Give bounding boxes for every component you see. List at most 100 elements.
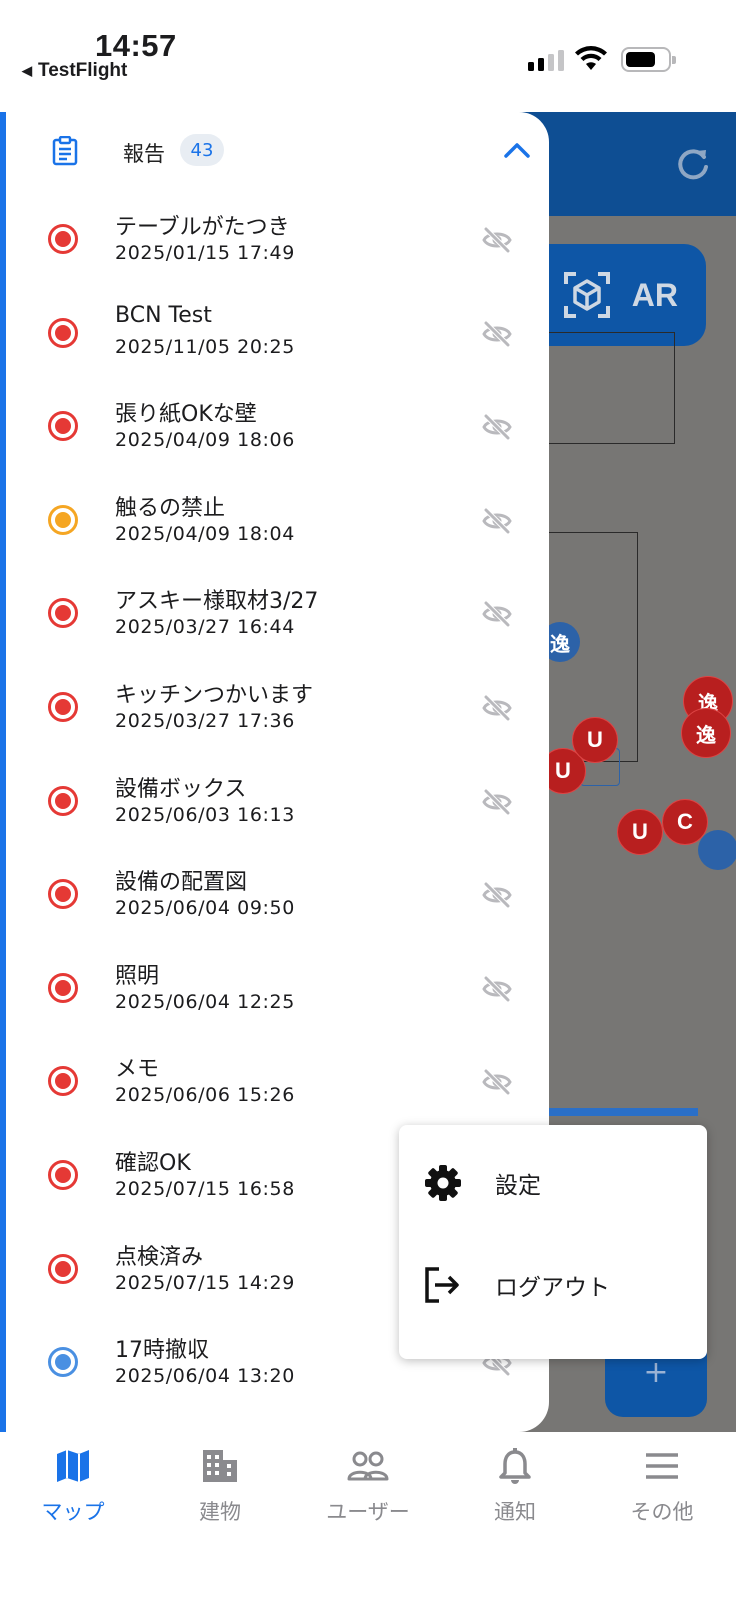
report-item-title: キッチンつかいます — [115, 682, 314, 708]
visibility-off-icon[interactable] — [482, 695, 512, 721]
report-item-date: 2025/03/27 16:44 — [115, 616, 295, 639]
report-list-item[interactable]: 照明 2025/06/04 12:25 — [6, 954, 549, 1048]
visibility-off-icon[interactable] — [482, 227, 512, 253]
nav-label-users: ユーザー — [326, 1500, 410, 1524]
menu-label-settings: 設定 — [495, 1173, 541, 1199]
nav-tab-users[interactable]: ユーザー — [303, 1446, 433, 1526]
bottom-navigation: マップ 建物 ユーザー 通知 その他 — [0, 1432, 736, 1600]
visibility-off-icon[interactable] — [482, 414, 512, 440]
report-item-date: 2025/03/27 17:36 — [115, 709, 295, 732]
report-item-title: 確認OK — [115, 1150, 191, 1176]
nav-label-map: マップ — [41, 1500, 105, 1524]
report-item-date: 2025/04/09 18:04 — [115, 522, 295, 545]
report-item-title: BCN Test — [115, 302, 212, 328]
report-item-title: 照明 — [115, 963, 160, 989]
report-list-item[interactable]: 張り紙OKな壁 2025/04/09 18:06 — [6, 392, 549, 486]
map-pin[interactable]: 逸 — [681, 708, 731, 758]
status-indicator-icon — [48, 691, 78, 722]
users-icon — [347, 1451, 389, 1481]
report-item-date: 2025/07/15 16:58 — [115, 1177, 295, 1200]
report-item-date: 2025/06/04 13:20 — [115, 1365, 295, 1388]
nav-label-buildings: 建物 — [199, 1500, 241, 1524]
menu-item-settings[interactable]: 設定 — [399, 1133, 707, 1233]
status-indicator-icon — [48, 317, 78, 348]
status-indicator-icon — [48, 598, 78, 629]
status-indicator-icon — [48, 1253, 78, 1284]
chevron-up-icon[interactable] — [503, 140, 531, 160]
map-pin[interactable]: U — [572, 717, 618, 763]
back-triangle-icon: ◀ — [22, 63, 32, 78]
nav-tab-buildings[interactable]: 建物 — [155, 1446, 285, 1526]
map-pin[interactable] — [698, 830, 736, 870]
visibility-off-icon[interactable] — [482, 320, 512, 347]
menu-item-logout[interactable]: ログアウト — [399, 1235, 707, 1335]
nav-tab-map[interactable]: マップ — [8, 1446, 138, 1526]
report-count-badge: 43 — [180, 134, 224, 166]
nav-tab-notifications[interactable]: 通知 — [450, 1446, 580, 1526]
ar-label: AR — [631, 276, 678, 313]
status-indicator-icon — [48, 1066, 78, 1097]
clipboard-icon — [52, 136, 78, 166]
report-item-date: 2025/04/09 18:06 — [115, 429, 295, 452]
report-item-date: 2025/06/03 16:13 — [115, 803, 295, 826]
report-item-title: メモ — [115, 1057, 160, 1083]
refresh-icon[interactable] — [673, 145, 713, 185]
map-icon — [57, 1450, 89, 1482]
report-list-item[interactable]: テーブルがたつき 2025/01/15 17:49 — [6, 205, 549, 299]
report-item-title: 設備ボックス — [115, 776, 247, 802]
ar-cube-icon — [563, 272, 610, 318]
bell-icon — [499, 1448, 531, 1484]
wifi-icon — [575, 46, 607, 70]
report-item-date: 2025/06/04 09:50 — [115, 897, 295, 920]
report-list-item[interactable]: 設備ボックス 2025/06/03 16:13 — [6, 767, 549, 861]
menu-icon — [646, 1453, 678, 1479]
report-item-date: 2025/06/04 12:25 — [115, 990, 295, 1013]
report-item-date: 2025/11/05 20:25 — [115, 335, 295, 358]
report-item-title: 設備の配置図 — [115, 870, 248, 896]
report-item-date: 2025/06/06 15:26 — [115, 1084, 295, 1107]
report-list-item[interactable]: アスキー様取材3/27 2025/03/27 16:44 — [6, 579, 549, 673]
map-progress-bar — [530, 1108, 698, 1116]
report-item-title: アスキー様取材3/27 — [115, 589, 319, 615]
account-popup-menu: 設定 ログアウト — [399, 1125, 707, 1359]
status-indicator-icon — [48, 411, 78, 442]
nav-label-notifications: 通知 — [494, 1500, 536, 1524]
report-item-date: 2025/07/15 14:29 — [115, 1271, 295, 1294]
report-list-item[interactable]: 触るの禁止 2025/04/09 18:04 — [6, 486, 549, 580]
battery-icon — [621, 47, 676, 72]
report-item-title: 17時撤収 — [115, 1338, 209, 1364]
visibility-off-icon[interactable] — [482, 508, 512, 534]
status-indicator-icon — [48, 879, 78, 910]
visibility-off-icon[interactable] — [482, 601, 512, 628]
visibility-off-icon[interactable] — [482, 975, 512, 1002]
nav-label-other: その他 — [630, 1500, 694, 1524]
map-pin[interactable]: U — [617, 809, 663, 855]
status-bar: 14:57 ◀ TestFlight — [0, 0, 736, 112]
report-section-title: 報告 — [123, 142, 165, 166]
status-time: 14:57 — [95, 28, 177, 63]
nav-tab-other[interactable]: その他 — [597, 1446, 727, 1526]
status-indicator-icon — [48, 1159, 78, 1190]
report-item-title: 張り紙OKな壁 — [115, 402, 257, 428]
report-item-title: 触るの禁止 — [115, 495, 226, 521]
status-indicator-icon — [48, 504, 78, 535]
visibility-off-icon[interactable] — [482, 788, 512, 815]
status-indicator-icon — [48, 785, 78, 816]
report-item-title: 点検済み — [115, 1244, 204, 1270]
report-list-item[interactable]: BCN Test 2025/11/05 20:25 — [6, 299, 549, 393]
report-section-header[interactable]: 報告 43 — [6, 112, 549, 192]
report-list-item[interactable]: 設備の配置図 2025/06/04 09:50 — [6, 860, 549, 954]
menu-label-logout: ログアウト — [495, 1275, 610, 1301]
report-list-item[interactable]: キッチンつかいます 2025/03/27 17:36 — [6, 673, 549, 767]
back-app-label: TestFlight — [38, 60, 128, 81]
back-to-app-link[interactable]: ◀ TestFlight — [22, 60, 127, 82]
gear-icon — [425, 1165, 461, 1201]
status-indicator-icon — [48, 224, 78, 254]
status-indicator-icon — [48, 972, 78, 1003]
report-item-date: 2025/01/15 17:49 — [115, 242, 295, 264]
visibility-off-icon[interactable] — [482, 882, 512, 908]
building-icon — [203, 1450, 237, 1482]
visibility-off-icon[interactable] — [482, 1069, 512, 1096]
logout-icon — [425, 1267, 459, 1303]
report-item-title: テーブルがたつき — [115, 215, 290, 240]
